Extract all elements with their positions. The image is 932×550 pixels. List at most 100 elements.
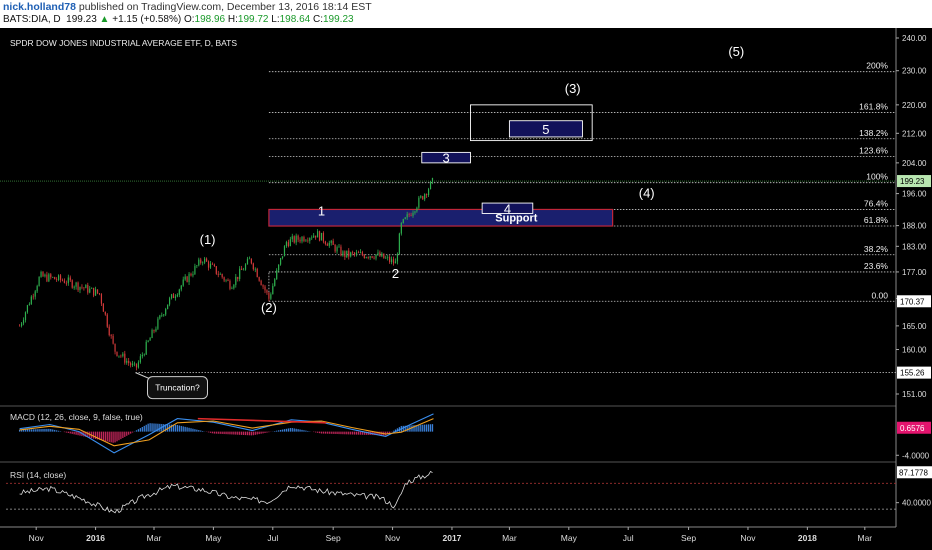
price-candle-body [406, 214, 408, 218]
price-candle-body [42, 271, 44, 277]
price-candle-body [209, 263, 212, 268]
y-tick-label: 204.00 [902, 159, 927, 168]
price-candle-body [61, 279, 64, 281]
price-candle-body [418, 197, 420, 208]
price-candle-body [122, 353, 124, 357]
price-candle-body [204, 258, 206, 263]
price-candle-body [301, 237, 303, 242]
price-candle-body [235, 276, 237, 285]
price-candle-body [262, 285, 264, 287]
fib-level-label: 138.2% [859, 128, 888, 138]
price-candle-body [350, 252, 352, 257]
price-candle-body [104, 311, 106, 315]
price-candle-body [126, 360, 128, 363]
price-candle-body [352, 252, 354, 253]
price-candle-body [367, 257, 369, 258]
price-candle-body [85, 284, 87, 289]
price-candle-body [135, 363, 138, 368]
price-candle-body [278, 264, 280, 271]
macd-tick-label: -4.0000 [902, 451, 930, 460]
y-tick-label: 230.00 [902, 67, 927, 76]
price-candle-body [293, 236, 295, 243]
price-candle-body [361, 252, 363, 256]
price-candle-body [50, 274, 52, 278]
chart-canvas[interactable]: 240.00230.00220.00212.00204.00196.00188.… [0, 0, 932, 550]
price-candle-body [398, 233, 400, 255]
price-candle-body [322, 232, 325, 242]
x-tick-label: May [205, 533, 222, 543]
price-candle-body [231, 288, 233, 289]
price-candle-body [297, 235, 299, 240]
price-candle-body [56, 279, 58, 280]
macd-value-label: 0.6576 [900, 424, 925, 433]
price-candle-body [412, 212, 414, 216]
price-candle-body [100, 294, 103, 304]
price-candle-body [145, 341, 147, 355]
price-candle-body [196, 265, 198, 266]
wave-label: (4) [639, 186, 655, 201]
price-candle-body [219, 274, 221, 275]
price-candle-body [239, 268, 241, 279]
price-candle-body [276, 270, 278, 280]
price-candle-body [309, 238, 311, 241]
price-candle-body [65, 282, 67, 284]
price-candle-body [316, 231, 319, 238]
price-candle-body [355, 252, 358, 255]
y-tick-label: 177.00 [902, 268, 927, 277]
x-tick-label: 2016 [86, 533, 105, 543]
price-candle-body [57, 275, 60, 280]
price-candle-body [248, 258, 251, 260]
price-candle-body [213, 264, 215, 267]
price-candle-body [387, 257, 389, 258]
price-candle-body [170, 294, 173, 299]
price-candle-body [79, 286, 81, 291]
price-candle-body [258, 277, 260, 281]
price-candle-body [94, 289, 97, 296]
price-candle-body [270, 294, 272, 299]
price-candle-body [381, 253, 383, 257]
price-candle-body [207, 261, 210, 268]
price-candle-body [274, 279, 276, 286]
price-candle-body [404, 217, 406, 220]
callout-text: Truncation? [155, 383, 200, 393]
price-candle-body [192, 274, 194, 276]
price-candle-body [272, 285, 274, 295]
y-tick-label: 188.00 [902, 222, 927, 231]
price-candle-body [180, 285, 182, 290]
price-candle-body [26, 305, 29, 313]
wave-box-label: 4 [504, 201, 511, 216]
x-tick-label: 2018 [798, 533, 817, 543]
price-candle-body [375, 254, 377, 259]
x-tick-label: Mar [502, 533, 517, 543]
price-candle-body [52, 277, 54, 278]
price-candle-body [77, 282, 79, 291]
price-candle-body [229, 280, 231, 289]
price-candle-body [54, 277, 56, 280]
price-candle-body [371, 256, 373, 258]
price-candle-body [120, 355, 122, 357]
price-candle-body [320, 232, 323, 241]
price-candle-body [141, 354, 143, 357]
price-candle-body [137, 362, 140, 368]
price-candle-body [83, 287, 85, 289]
price-candle-body [30, 296, 32, 305]
price-candle-body [363, 255, 365, 259]
y-tick-label: 220.00 [902, 101, 927, 110]
price-candle-body [108, 326, 110, 336]
rsi-tick-label: 40.0000 [902, 499, 931, 508]
price-candle-body [155, 328, 157, 332]
price-candle-body [124, 353, 126, 363]
x-tick-label: Sep [681, 533, 696, 543]
price-candle-body [315, 235, 317, 238]
y-tick-label: 160.00 [902, 346, 927, 355]
price-candle-body [198, 259, 200, 266]
fib-level-label: 38.2% [864, 244, 889, 254]
price-candle-body [19, 325, 21, 327]
rsi-value-label: 87.1778 [899, 468, 928, 477]
price-candle-body [408, 214, 410, 216]
price-candle-body [221, 274, 223, 278]
price-candle-body [250, 258, 252, 264]
price-candle-body [392, 259, 395, 264]
price-badge-label: 155.26 [900, 369, 925, 378]
price-candle-body [75, 282, 77, 287]
